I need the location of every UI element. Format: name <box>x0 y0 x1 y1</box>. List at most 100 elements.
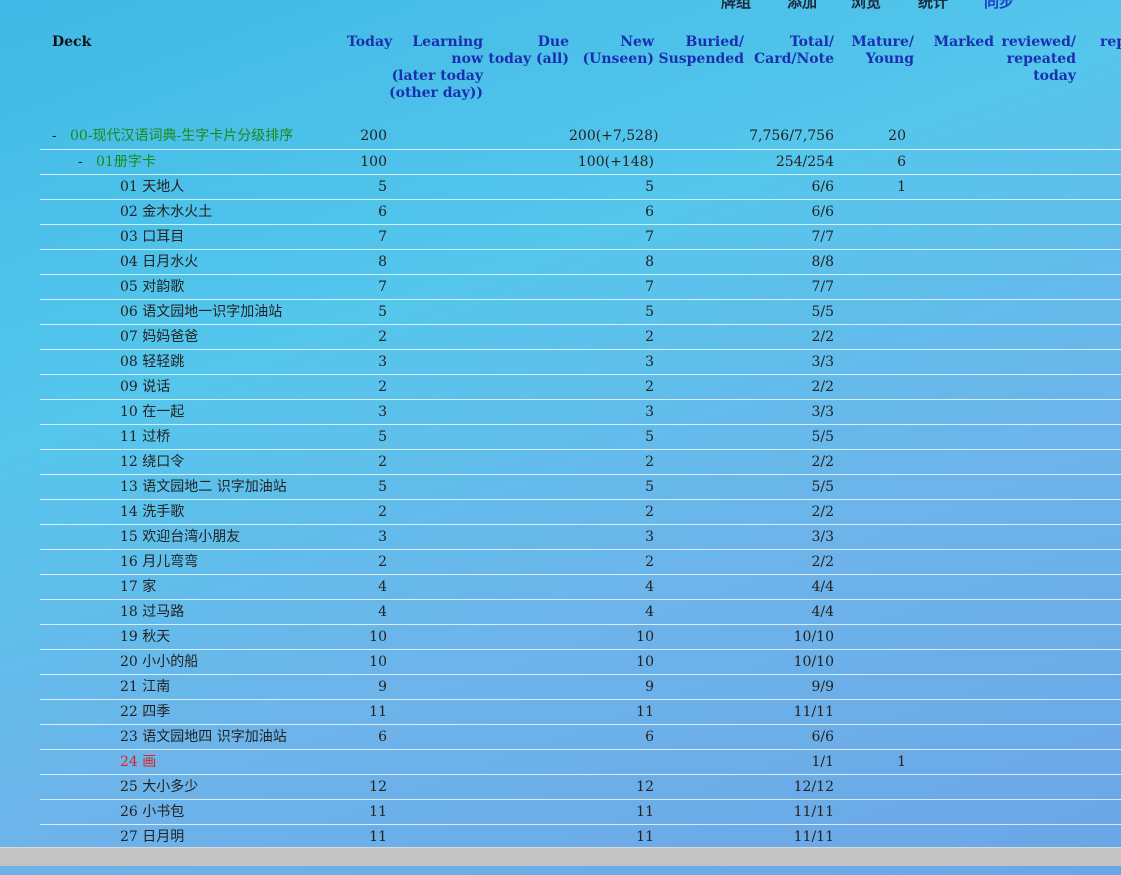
col-header-marked[interactable]: Marked <box>914 30 994 124</box>
collapse-toggle[interactable]: - <box>52 124 64 148</box>
buried-count <box>654 124 744 149</box>
deck-name-link[interactable]: 11 过桥 <box>120 429 170 445</box>
deck-name-link[interactable]: 03 口耳目 <box>120 229 184 245</box>
deck-row[interactable]: 09 说话 2 2 2/2 <box>40 373 1121 399</box>
deck-row[interactable]: 02 金木水火土 6 6 6/6 <box>40 198 1121 224</box>
deck-name-link[interactable]: 12 绕口令 <box>120 454 184 470</box>
deck-name-link[interactable]: 24 画 <box>120 754 156 770</box>
learning-count <box>387 398 483 424</box>
deck-name-link[interactable]: 26 小书包 <box>120 804 184 820</box>
reviewed-count <box>994 498 1076 524</box>
deck-name-link[interactable]: 16 月儿弯弯 <box>120 554 198 570</box>
col-header-reviewed[interactable]: reviewed/repeated today <box>994 30 1076 124</box>
deck-row[interactable]: 04 日月水火 8 8 8/8 <box>40 248 1121 274</box>
deck-row[interactable]: 12 绕口令 2 2 2/2 <box>40 448 1121 474</box>
nav-sync-link[interactable]: 同步 <box>984 0 1014 12</box>
deck-name-link[interactable]: 04 日月水火 <box>120 254 198 270</box>
deck-name-link[interactable]: 08 轻轻跳 <box>120 354 184 370</box>
deck-name-link[interactable]: 07 妈妈爸爸 <box>120 329 198 345</box>
deck-row[interactable]: 21 江南 9 9 9/9 <box>40 673 1121 699</box>
deck-row[interactable]: 27 日月明 11 11 11/11 <box>40 823 1121 849</box>
col-header-due[interactable]: Due today (all) <box>483 30 569 124</box>
deck-row[interactable]: 05 对韵歌 7 7 7/7 <box>40 273 1121 299</box>
col-header-rep[interactable]: rep <box>1076 30 1121 124</box>
deck-name-link[interactable]: 01册字卡 <box>96 154 156 170</box>
deck-name-link[interactable]: 06 语文园地一识字加油站 <box>120 304 282 320</box>
deck-name-link[interactable]: 00-现代汉语词典-生字卡片分级排序 <box>70 128 293 144</box>
new-count: 7 <box>569 223 654 249</box>
deck-name-link[interactable]: 19 秋天 <box>120 629 170 645</box>
deck-name-link[interactable]: 02 金木水火土 <box>120 204 212 220</box>
marked-count <box>914 348 994 374</box>
col-header-today[interactable]: Today <box>347 30 392 124</box>
deck-name-link[interactable]: 21 江南 <box>120 679 170 695</box>
deck-row[interactable]: 24 画 1/1 1 <box>40 748 1121 774</box>
col-header-total[interactable]: Total/Card/Note <box>744 30 834 124</box>
new-count: 8 <box>569 248 654 274</box>
deck-row[interactable]: 10 在一起 3 3 3/3 <box>40 398 1121 424</box>
deck-row[interactable]: 03 口耳目 7 7 7/7 <box>40 223 1121 249</box>
deck-row[interactable]: 13 语文园地二 识字加油站 5 5 5/5 <box>40 473 1121 499</box>
rep-count <box>1076 798 1121 824</box>
deck-name-link[interactable]: 20 小小的船 <box>120 654 198 670</box>
horizontal-scrollbar[interactable] <box>0 847 1121 866</box>
marked-count <box>914 773 994 799</box>
top-nav-bar: 牌组 添加 浏览 统计 同步 <box>0 0 1121 13</box>
deck-name-link[interactable]: 25 大小多少 <box>120 779 198 795</box>
due-count <box>483 273 569 299</box>
deck-name-link[interactable]: 23 语文园地四 识字加油站 <box>120 729 287 745</box>
nav-decks-link[interactable]: 牌组 <box>721 0 751 12</box>
col-header-deck[interactable]: Deck <box>40 30 347 124</box>
col-header-buried[interactable]: Buried/Suspended <box>654 30 744 124</box>
deck-row[interactable]: 25 大小多少 12 12 12/12 <box>40 773 1121 799</box>
deck-row[interactable]: 14 洗手歌 2 2 2/2 <box>40 498 1121 524</box>
marked-count <box>914 248 994 274</box>
deck-row[interactable]: -01册字卡 100 100(+148) 254/254 6 <box>40 148 1121 174</box>
col-header-mature[interactable]: Mature/Young <box>834 30 914 124</box>
learning-count <box>387 198 483 224</box>
deck-name-link[interactable]: 27 日月明 <box>120 829 184 845</box>
deck-row[interactable]: -00-现代汉语词典-生字卡片分级排序 200 200(+7,528) 7,756/7… <box>40 124 1121 149</box>
deck-row[interactable]: 07 妈妈爸爸 2 2 2/2 <box>40 323 1121 349</box>
deck-name-link[interactable]: 13 语文园地二 识字加油站 <box>120 479 287 495</box>
due-count <box>483 598 569 624</box>
deck-name-cell: 27 日月明 <box>40 823 347 849</box>
deck-name-link[interactable]: 17 家 <box>120 579 156 595</box>
deck-row[interactable]: 06 语文园地一识字加油站 5 5 5/5 <box>40 298 1121 324</box>
deck-name-link[interactable]: 01 天地人 <box>120 179 184 195</box>
deck-row[interactable]: 26 小书包 11 11 11/11 <box>40 798 1121 824</box>
deck-name-link[interactable]: 05 对韵歌 <box>120 279 184 295</box>
deck-row[interactable]: 16 月儿弯弯 2 2 2/2 <box>40 548 1121 574</box>
deck-name-link[interactable]: 15 欢迎台湾小朋友 <box>120 529 240 545</box>
total-count: 2/2 <box>744 548 834 574</box>
deck-row[interactable]: 08 轻轻跳 3 3 3/3 <box>40 348 1121 374</box>
deck-name-link[interactable]: 22 四季 <box>120 704 170 720</box>
nav-stats-link[interactable]: 统计 <box>918 0 948 12</box>
deck-row[interactable]: 18 过马路 4 4 4/4 <box>40 598 1121 624</box>
deck-name-link[interactable]: 10 在一起 <box>120 404 184 420</box>
deck-row[interactable]: 20 小小的船 10 10 10/10 <box>40 648 1121 674</box>
nav-browse-link[interactable]: 浏览 <box>851 0 881 12</box>
deck-row[interactable]: 01 天地人 5 5 6/6 1 <box>40 173 1121 199</box>
deck-row[interactable]: 15 欢迎台湾小朋友 3 3 3/3 <box>40 523 1121 549</box>
deck-row[interactable]: 11 过桥 5 5 5/5 <box>40 423 1121 449</box>
learning-count <box>387 373 483 399</box>
deck-name-link[interactable]: 14 洗手歌 <box>120 504 184 520</box>
buried-count <box>654 298 744 324</box>
col-header-learning[interactable]: Learning now (later today (other day)) <box>387 30 483 124</box>
rep-count <box>1076 623 1121 649</box>
buried-count <box>654 148 744 174</box>
deck-name-link[interactable]: 18 过马路 <box>120 604 184 620</box>
deck-row[interactable]: 23 语文园地四 识字加油站 6 6 6/6 <box>40 723 1121 749</box>
reviewed-count <box>994 798 1076 824</box>
total-count: 11/11 <box>744 698 834 724</box>
learning-count <box>387 673 483 699</box>
col-header-new[interactable]: New (Unseen) <box>569 30 654 124</box>
nav-add-link[interactable]: 添加 <box>787 0 817 12</box>
deck-row[interactable]: 22 四季 11 11 11/11 <box>40 698 1121 724</box>
deck-row[interactable]: 17 家 4 4 4/4 <box>40 573 1121 599</box>
total-count: 5/5 <box>744 473 834 499</box>
deck-row[interactable]: 19 秋天 10 10 10/10 <box>40 623 1121 649</box>
collapse-toggle[interactable]: - <box>78 150 90 174</box>
deck-name-link[interactable]: 09 说话 <box>120 379 170 395</box>
